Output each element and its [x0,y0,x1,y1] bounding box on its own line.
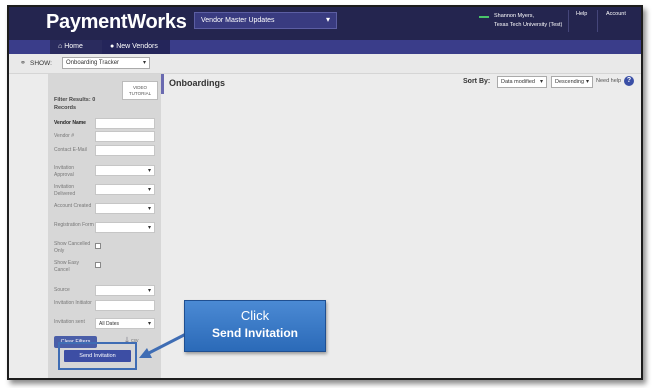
filter-results: Filter Results: 0 Records [54,97,96,111]
sort-by-label: Sort By: [463,78,491,85]
vendor-master-select[interactable]: Vendor Master Updates ▾ [194,12,337,29]
callout-line2: Send Invitation [211,326,298,340]
show-select[interactable]: Onboarding Tracker ▾ [62,57,150,69]
sort-field-select[interactable]: Data modified ▾ [497,76,547,88]
invitation-sent-value: All Dates [99,321,120,327]
chevron-down-icon: ▾ [325,15,330,24]
chevron-down-icon: ▾ [147,225,151,231]
tab-new-vendors-label: New Vendors [116,43,158,50]
filter-sidebar: VIDEO TUTORIAL Filter Results: 0 Records… [48,74,161,378]
invitation-sent-label: Invitation sent [54,319,85,325]
user-name[interactable]: Shannon Myers, [494,13,534,19]
account-created-select[interactable]: ▾ [95,203,155,214]
invitation-initiator-label: Invitation Initiator [54,300,92,306]
registration-form-select[interactable]: ▾ [95,222,155,233]
show-bar: ⚭ SHOW: Onboarding Tracker ▾ [9,54,641,74]
help-link[interactable]: Help [576,11,587,17]
nav-bar: ⌂ Home ● New Vendors [9,40,641,54]
show-select-value: Onboarding Tracker [66,60,120,66]
show-cancelled-checkbox[interactable] [95,243,101,249]
vendor-number-input[interactable] [95,131,155,142]
invitation-delivered-select[interactable]: ▾ [95,184,155,195]
need-help-link[interactable]: Need help [596,78,621,84]
chevron-down-icon: ▾ [147,206,151,212]
chevron-down-icon: ▾ [585,79,589,85]
video-tutorial-button[interactable]: VIDEO TUTORIAL [122,81,158,100]
account-created-label: Account Created [54,203,92,209]
content-accent-bar [161,74,164,94]
instruction-callout: Click Send Invitation [184,300,326,352]
chevron-down-icon: ▾ [147,321,151,327]
vendor-number-label: Vendor # [54,133,75,139]
sort-field-value: Data modified [501,79,535,85]
registration-form-label: Registration Form [54,222,94,228]
sort-order-select[interactable]: Descending ▾ [551,76,593,88]
chevron-down-icon: ▾ [539,79,543,85]
link-icon: ⚭ [20,60,26,67]
home-icon: ⌂ [58,43,63,50]
video-tutorial-line2: TUTORIAL [128,91,152,96]
chevron-down-icon: ▾ [142,60,146,66]
callout-line1: Click [240,308,270,323]
help-icon[interactable]: ? [624,76,634,86]
top-bar: PaymentWorks Vendor Master Updates ▾ Sha… [9,7,641,40]
invitation-approval-label: Invitation Approval [54,165,75,178]
chevron-down-icon: ▾ [147,168,151,174]
tab-home-label: Home [64,43,83,50]
invitation-sent-select[interactable]: All Dates ▾ [95,318,155,329]
info-icon: ● [110,43,115,50]
account-link[interactable]: Account [606,11,626,17]
invitation-approval-select[interactable]: ▾ [95,165,155,176]
sort-order-value: Descending [555,79,585,85]
vendor-name-input[interactable] [95,118,155,129]
tab-home[interactable]: ⌂ Home [50,40,102,54]
user-organization: Texas Tech University (Test) [494,22,563,28]
logo: PaymentWorks [46,11,187,33]
vendor-name-label: Vendor Name [54,120,86,126]
user-status-indicator [479,16,489,18]
show-label: SHOW: [30,60,52,67]
chevron-down-icon: ▾ [147,288,151,294]
show-easy-cancel-label: Show Easy Cancel [54,260,80,273]
header-divider [568,10,569,32]
tab-new-vendors[interactable]: ● New Vendors [102,40,170,54]
page-title: Onboardings [169,78,225,88]
show-cancelled-label: Show Cancelled Only [54,241,91,254]
send-invitation-button[interactable]: Send Invitation [64,350,131,362]
header-divider [597,10,598,32]
chevron-down-icon: ▾ [147,187,151,193]
source-select[interactable]: ▾ [95,285,155,296]
contact-email-label: Contact E-Mail [54,147,87,153]
source-label: Source [54,287,70,293]
invitation-delivered-label: Invitation Delivered [54,184,76,197]
invitation-initiator-input[interactable] [95,300,155,311]
show-easy-cancel-checkbox[interactable] [95,262,101,268]
vendor-master-select-label: Vendor Master Updates [201,17,275,24]
contact-email-input[interactable] [95,145,155,156]
